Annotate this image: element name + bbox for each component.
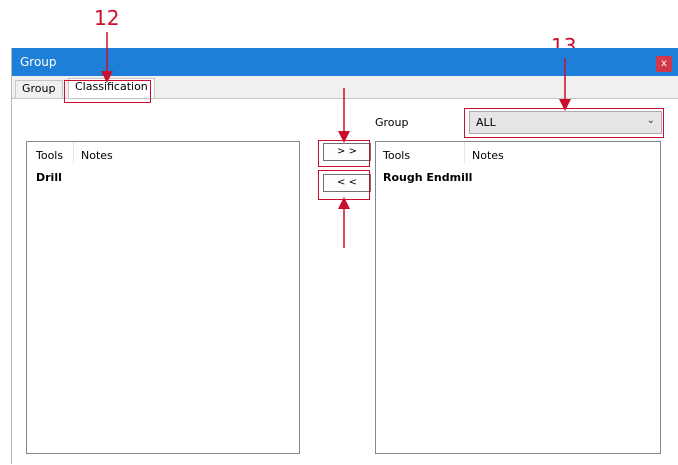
highlight-group-dropdown	[464, 108, 664, 138]
column-divider[interactable]	[464, 142, 465, 163]
right-list-item[interactable]: Rough Endmill	[383, 171, 472, 184]
column-divider[interactable]	[73, 142, 74, 163]
right-header-tools: Tools	[383, 149, 411, 162]
close-button[interactable]: x	[656, 56, 672, 72]
left-list-item[interactable]: Drill	[36, 171, 62, 184]
highlight-classification-tab	[64, 80, 151, 103]
window-title: Group	[20, 55, 57, 69]
left-header-tools: Tools	[36, 149, 64, 162]
left-header-notes: Notes	[81, 149, 113, 162]
tab-group[interactable]: Group	[15, 80, 63, 98]
right-tools-list[interactable]: Tools Notes Rough Endmill	[375, 141, 661, 454]
highlight-move-left-button	[318, 170, 370, 200]
right-header-notes: Notes	[472, 149, 504, 162]
left-tools-list[interactable]: Tools Notes Drill	[26, 141, 300, 454]
title-bar: Group x	[12, 48, 678, 76]
highlight-move-right-button	[318, 140, 370, 167]
group-filter-label: Group	[375, 116, 409, 129]
callout-12: 12	[94, 6, 120, 30]
